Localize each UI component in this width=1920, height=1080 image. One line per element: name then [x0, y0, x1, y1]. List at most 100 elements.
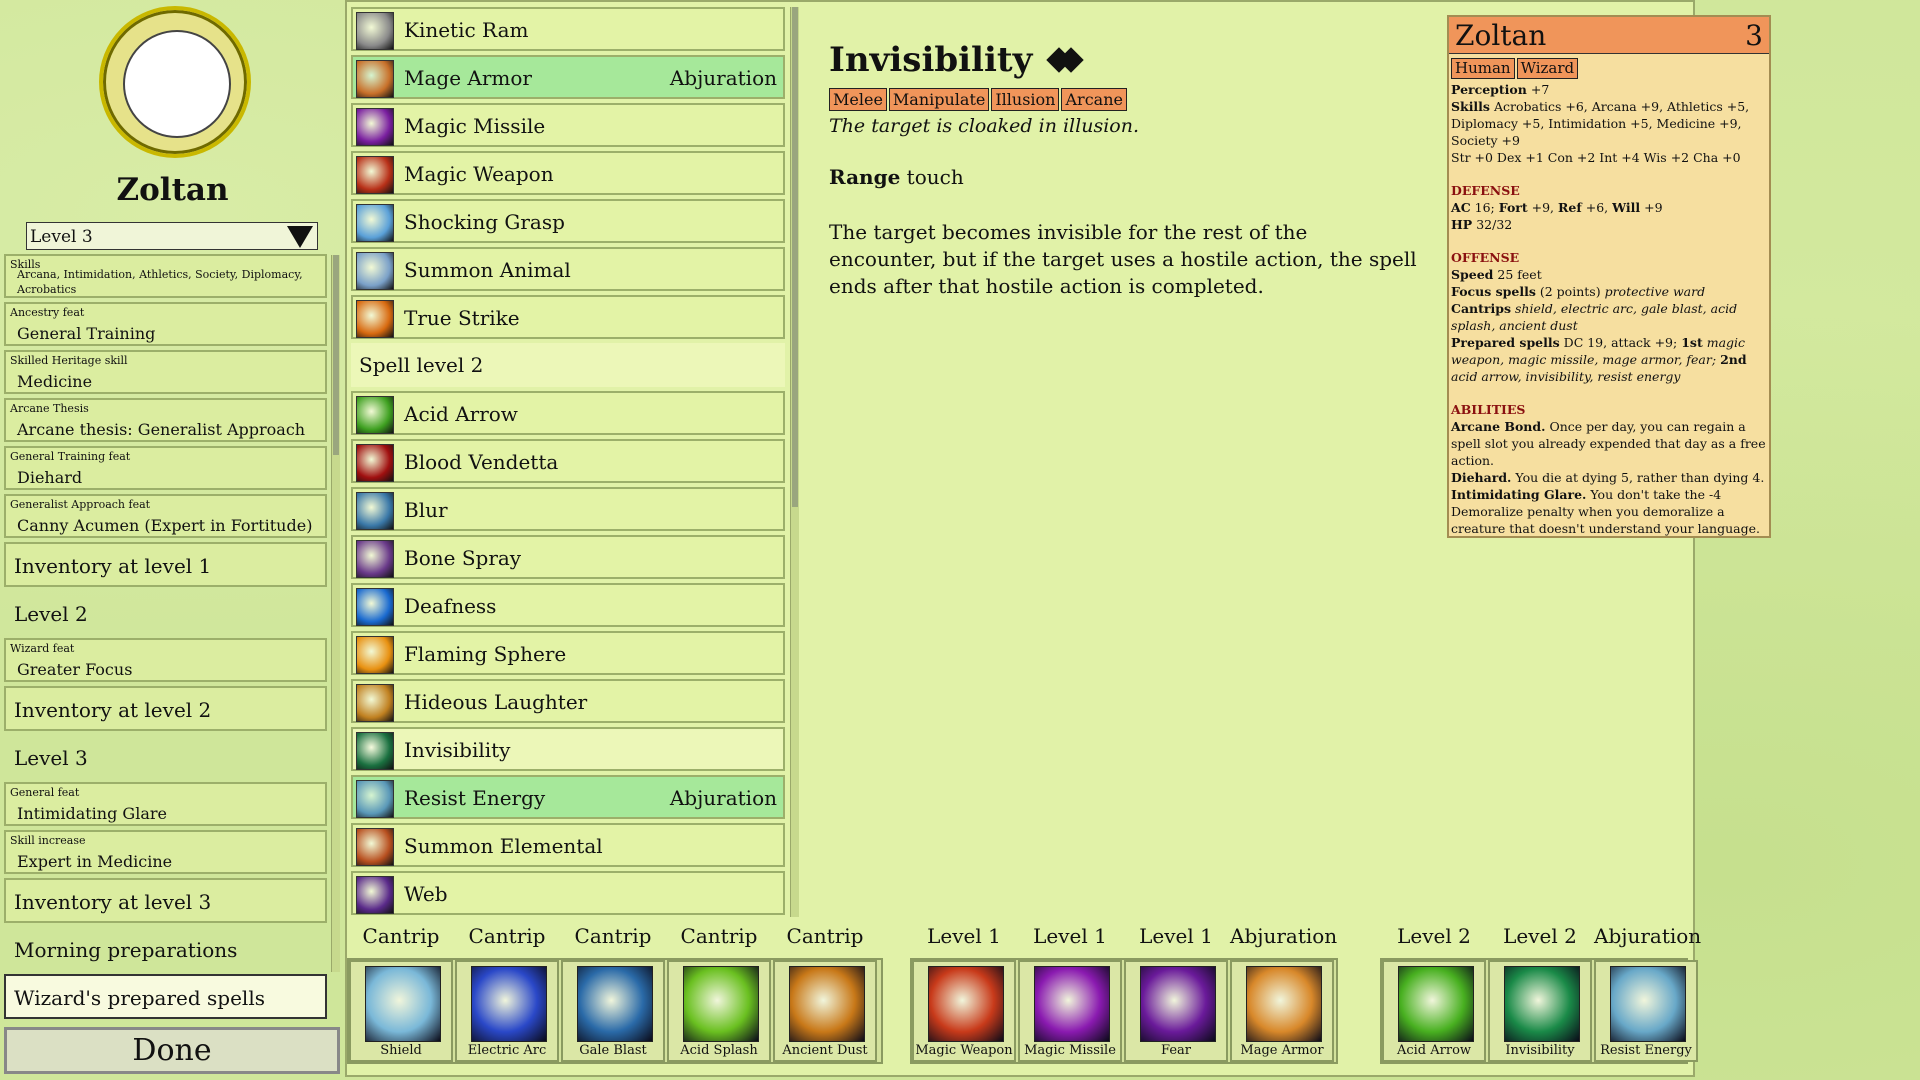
build-choice-item[interactable]: Wizard feat Greater Focus — [4, 638, 327, 682]
build-section-header[interactable]: Morning preparations — [4, 926, 327, 971]
build-choice-item[interactable]: Skills Arcana, Intimidation, Athletics, S… — [4, 254, 327, 298]
spell-name: True Strike — [404, 306, 520, 330]
character-portrait — [99, 6, 251, 158]
spell-list-item[interactable]: Deafness — [351, 583, 785, 627]
spell-list-item[interactable]: Blur — [351, 487, 785, 531]
build-choice-category: Generalist Approach feat — [10, 498, 151, 511]
slot-spell-box[interactable]: Gale Blast — [561, 960, 665, 1062]
character-name: Zoltan — [116, 172, 229, 208]
slot-spell-box[interactable]: Shield — [349, 960, 453, 1062]
slot-spell-icon — [1610, 966, 1686, 1042]
build-choice-category: General feat — [10, 786, 80, 799]
slot-spell-name: Magic Missile — [1024, 1043, 1116, 1058]
prepared-slot[interactable]: Cantrip Electric Arc — [455, 924, 559, 1062]
build-step-item[interactable]: Inventory at level 1 — [4, 542, 327, 587]
build-item-title: Level 3 — [14, 746, 88, 770]
spell-list-item[interactable]: Magic Missile — [351, 103, 785, 147]
trait-tag[interactable]: Melee — [829, 88, 887, 111]
spell-list-item[interactable]: Kinetic Ram — [351, 7, 785, 51]
spell-list-item[interactable]: Flaming Sphere — [351, 631, 785, 675]
done-button[interactable]: Done — [4, 1027, 340, 1074]
build-choice-item[interactable]: Ancestry feat General Training — [4, 302, 327, 346]
build-choice-category: Arcane Thesis — [10, 402, 89, 415]
slot-spell-box[interactable]: Acid Arrow — [1382, 960, 1486, 1062]
slot-spell-icon — [789, 966, 865, 1042]
build-choice-item[interactable]: Generalist Approach feat Canny Acumen (Ex… — [4, 494, 327, 538]
prepared-slot[interactable]: Abjuration Mage Armor — [1230, 924, 1337, 1062]
spell-icon — [356, 204, 394, 242]
level-dropdown[interactable]: Level 3 — [26, 222, 318, 250]
spell-name: Mage Armor — [404, 66, 532, 90]
build-choice-value: Medicine — [17, 372, 93, 391]
slot-spell-name: Mage Armor — [1240, 1043, 1324, 1058]
build-choice-item[interactable]: General Training feat Diehard — [4, 446, 327, 490]
scrollbar-thumb[interactable] — [333, 255, 339, 455]
slot-spell-box[interactable]: Magic Missile — [1018, 960, 1122, 1062]
spell-list-item[interactable]: Summon Animal — [351, 247, 785, 291]
stat-level: 3 — [1745, 18, 1763, 52]
build-item-title: Inventory at level 3 — [14, 890, 212, 914]
spell-list-item[interactable]: Acid Arrow — [351, 391, 785, 435]
build-section-header[interactable]: Level 2 — [4, 590, 327, 635]
prepared-slot[interactable]: Level 1 Magic Weapon — [912, 924, 1016, 1062]
build-step-item[interactable]: Inventory at level 3 — [4, 878, 327, 923]
spell-list-scrollbar[interactable] — [790, 7, 799, 917]
slot-spell-icon — [1034, 966, 1110, 1042]
build-list-scrollbar[interactable] — [331, 255, 340, 972]
prepared-slot[interactable]: Level 1 Fear — [1124, 924, 1228, 1062]
spell-name: Blood Vendetta — [404, 450, 559, 474]
slot-level-label: Level 1 — [1033, 924, 1107, 948]
scrollbar-thumb[interactable] — [792, 7, 798, 507]
slot-spell-box[interactable]: Mage Armor — [1230, 960, 1334, 1062]
spell-name: Resist Energy — [404, 786, 546, 810]
build-choice-item[interactable]: Skilled Heritage skill Medicine — [4, 350, 327, 394]
slot-spell-box[interactable]: Magic Weapon — [912, 960, 1016, 1062]
slot-level-label: Abjuration — [1594, 924, 1702, 948]
prepared-slot[interactable]: Cantrip Ancient Dust — [773, 924, 877, 1062]
trait-tag[interactable]: Arcane — [1061, 88, 1127, 111]
spell-list-item[interactable]: Magic Weapon — [351, 151, 785, 195]
spell-list-item[interactable]: Mage Armor Abjuration — [351, 55, 785, 99]
build-choice-item[interactable]: General feat Intimidating Glare — [4, 782, 327, 826]
build-step-item[interactable]: Inventory at level 2 — [4, 686, 327, 731]
prepared-slot[interactable]: Cantrip Gale Blast — [561, 924, 665, 1062]
slot-spell-box[interactable]: Ancient Dust — [773, 960, 877, 1062]
range-value: touch — [906, 165, 964, 189]
stat-hp: HP 32/32 — [1451, 217, 1513, 232]
slot-spell-box[interactable]: Resist Energy — [1594, 960, 1698, 1062]
build-choice-value: Arcane thesis: Generalist Approach — [17, 420, 306, 439]
spell-list-item[interactable]: Blood Vendetta — [351, 439, 785, 483]
slot-spell-icon — [683, 966, 759, 1042]
spell-list-item[interactable]: Shocking Grasp — [351, 199, 785, 243]
slot-spell-icon — [1140, 966, 1216, 1042]
prepared-slot[interactable]: Cantrip Acid Splash — [667, 924, 771, 1062]
slot-spell-name: Resist Energy — [1600, 1043, 1692, 1058]
spell-list-item[interactable]: Web — [351, 871, 785, 915]
spell-icon — [356, 732, 394, 770]
spell-list-item[interactable]: Bone Spray — [351, 535, 785, 579]
slot-spell-box[interactable]: Acid Splash — [667, 960, 771, 1062]
prepared-slot[interactable]: Level 1 Magic Missile — [1018, 924, 1122, 1062]
slot-spell-box[interactable]: Electric Arc — [455, 960, 559, 1062]
prepared-slot[interactable]: Level 2 Invisibility — [1488, 924, 1592, 1062]
prepared-slot[interactable]: Level 2 Acid Arrow — [1382, 924, 1486, 1062]
slot-spell-box[interactable]: Fear — [1124, 960, 1228, 1062]
spell-list-item[interactable]: Summon Elemental — [351, 823, 785, 867]
prepared-slot[interactable]: Abjuration Resist Energy — [1594, 924, 1702, 1062]
build-item-title: Morning preparations — [14, 938, 238, 962]
trait-tag[interactable]: Manipulate — [888, 88, 990, 111]
build-step-item[interactable]: Wizard's prepared spells — [4, 974, 327, 1019]
spell-list-item[interactable]: True Strike — [351, 295, 785, 339]
trait-tag[interactable]: Illusion — [991, 88, 1060, 111]
prepared-slot[interactable]: Cantrip Shield — [349, 924, 453, 1062]
spell-list-item[interactable]: Resist Energy Abjuration — [351, 775, 785, 819]
build-section-header[interactable]: Level 3 — [4, 734, 327, 779]
level-dropdown-value: Level 3 — [30, 227, 93, 247]
slot-spell-box[interactable]: Invisibility — [1488, 960, 1592, 1062]
build-choice-item[interactable]: Skill increase Expert in Medicine — [4, 830, 327, 874]
slot-level-label: Cantrip — [680, 924, 758, 948]
spell-list-item[interactable]: Hideous Laughter — [351, 679, 785, 723]
dropdown-arrow-icon[interactable] — [287, 226, 313, 248]
build-choice-item[interactable]: Arcane Thesis Arcane thesis: Generalist A… — [4, 398, 327, 442]
spell-list-item[interactable]: Invisibility — [351, 727, 785, 771]
